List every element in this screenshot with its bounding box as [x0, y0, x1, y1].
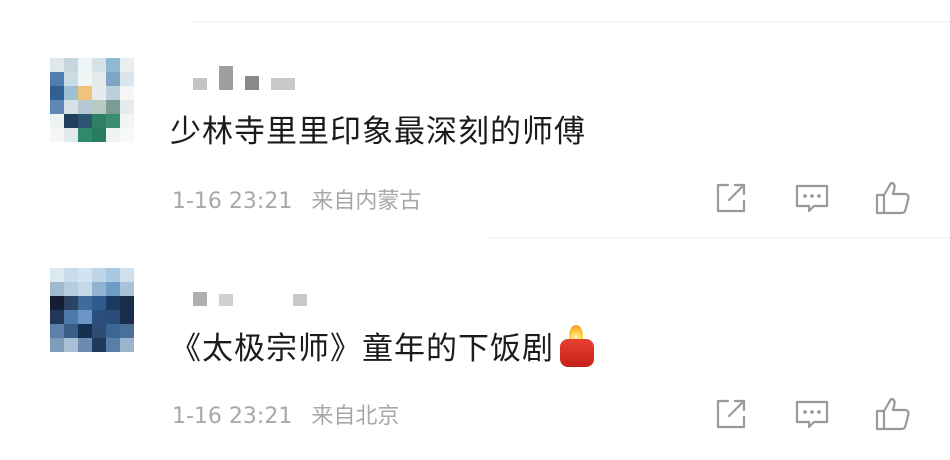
- thumbs-up-icon: [875, 397, 910, 431]
- share-icon: [716, 399, 746, 429]
- candle-emoji: [558, 323, 596, 367]
- username-redacted[interactable]: [193, 62, 307, 90]
- username-redacted[interactable]: [193, 290, 319, 306]
- comment-actions: [0, 394, 950, 434]
- like-button[interactable]: [873, 178, 913, 218]
- comment-text: 少林寺里里印象最深刻的师傅: [170, 114, 586, 150]
- comment-actions: [0, 178, 950, 218]
- comment-icon: [795, 184, 829, 213]
- comment-text-content: 《太极宗师》童年的下饭剧: [170, 331, 554, 367]
- thumbs-up-icon: [875, 181, 910, 215]
- comment-icon: [795, 400, 829, 429]
- share-button[interactable]: [710, 178, 750, 218]
- reply-button[interactable]: [792, 394, 832, 434]
- share-button[interactable]: [710, 394, 750, 434]
- avatar[interactable]: [50, 268, 134, 352]
- reply-button[interactable]: [792, 178, 832, 218]
- share-icon: [716, 183, 746, 213]
- comment-item: 《太极宗师》童年的下饭剧 1-16 23:21 来自北京: [0, 238, 950, 460]
- comment-item: 少林寺里里印象最深刻的师傅 1-16 23:21 来自内蒙古: [0, 0, 950, 237]
- avatar[interactable]: [50, 58, 134, 142]
- comment-text: 《太极宗师》童年的下饭剧: [170, 323, 596, 368]
- like-button[interactable]: [873, 394, 913, 434]
